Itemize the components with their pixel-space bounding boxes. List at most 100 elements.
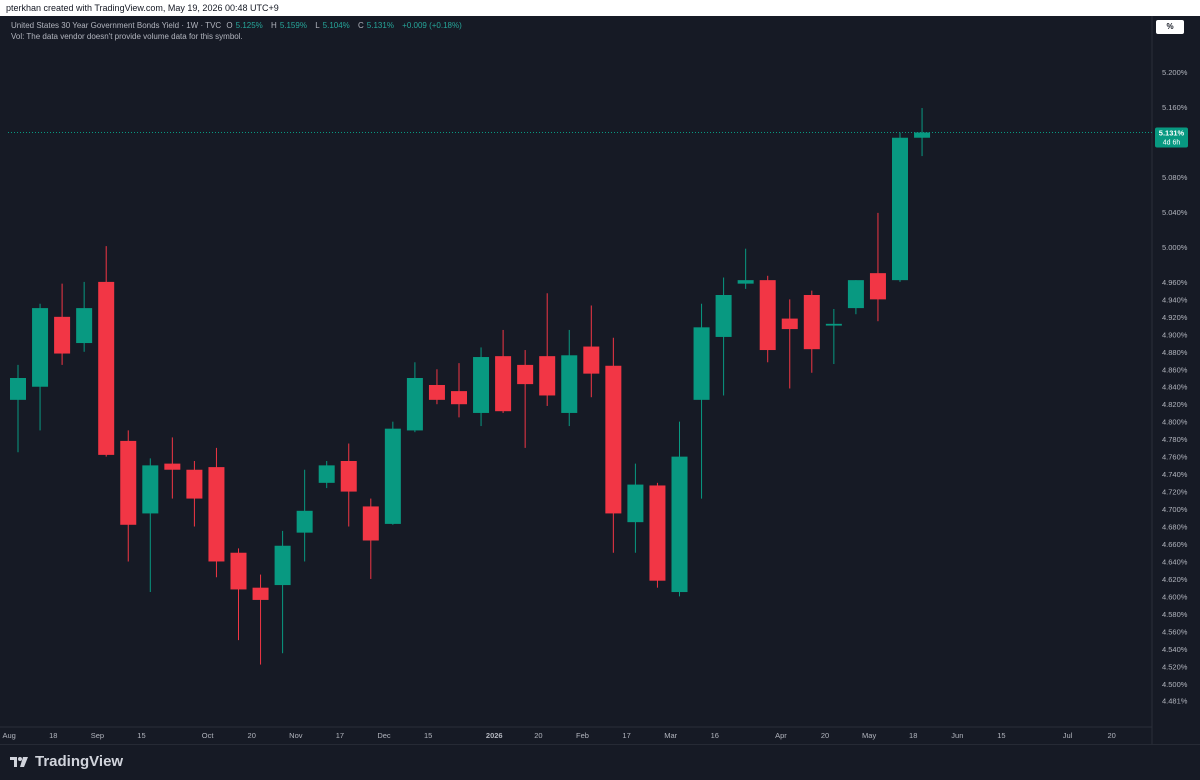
candlestick-chart[interactable]: 5.200%5.160%5.120%5.080%5.040%5.000%4.96… <box>0 0 1200 780</box>
candle[interactable] <box>451 363 467 418</box>
candle-body <box>428 384 445 400</box>
candle[interactable] <box>186 461 203 527</box>
y-tick-label: 4.660% <box>1162 540 1188 549</box>
candle-body <box>605 365 622 514</box>
x-tick-label: 20 <box>248 731 256 740</box>
candle[interactable] <box>627 463 644 553</box>
candle[interactable] <box>869 212 886 322</box>
candle[interactable] <box>164 437 181 499</box>
x-tick-label: 18 <box>49 731 57 740</box>
x-tick-label: Mar <box>664 731 677 740</box>
candle-body <box>847 280 864 309</box>
candle-body <box>120 440 137 525</box>
candle[interactable] <box>517 350 534 448</box>
y-tick-label: 4.960% <box>1162 278 1188 287</box>
y-tick-label: 4.481% <box>1162 696 1188 705</box>
y-tick-label: 4.800% <box>1162 418 1188 427</box>
candle-body <box>781 318 798 330</box>
y-tick-label: 4.580% <box>1162 610 1188 619</box>
candle-body <box>230 552 247 590</box>
candle-body <box>451 391 467 405</box>
candle[interactable] <box>120 430 137 562</box>
y-tick-label: 4.840% <box>1162 383 1188 392</box>
candle[interactable] <box>384 421 401 525</box>
percent-scale-button[interactable]: % <box>1156 20 1184 34</box>
candle[interactable] <box>98 246 115 457</box>
candle[interactable] <box>649 482 666 588</box>
candle[interactable] <box>362 498 379 579</box>
candle-body <box>208 467 225 562</box>
candle[interactable] <box>539 293 556 406</box>
candle[interactable] <box>340 443 357 527</box>
y-tick-label: 4.680% <box>1162 523 1188 532</box>
candle[interactable] <box>914 108 931 157</box>
y-tick-label: 4.500% <box>1162 680 1188 689</box>
tradingview-logo-icon <box>10 756 28 767</box>
close-value: 5.131% <box>366 21 394 30</box>
candle[interactable] <box>54 283 71 365</box>
candle[interactable] <box>605 337 622 553</box>
x-tick-label: 16 <box>711 731 719 740</box>
candle[interactable] <box>230 548 247 641</box>
candle[interactable] <box>781 299 798 389</box>
candle[interactable] <box>208 447 225 578</box>
candle[interactable] <box>825 308 842 365</box>
open-value: 5.125% <box>235 21 263 30</box>
candle-body <box>759 280 776 351</box>
y-tick-label: 4.540% <box>1162 645 1188 654</box>
x-tick-label: Oct <box>202 731 215 740</box>
candle[interactable] <box>892 132 908 282</box>
volume-note: Vol: The data vendor doesn't provide vol… <box>11 32 243 41</box>
candle[interactable] <box>10 364 26 453</box>
candle[interactable] <box>252 574 269 665</box>
tradingview-brand[interactable]: TradingView <box>8 753 123 770</box>
candle[interactable] <box>318 461 335 489</box>
candle[interactable] <box>473 347 490 427</box>
candle-body <box>98 281 115 455</box>
candle-body <box>737 280 754 284</box>
x-tick-label: Nov <box>289 731 303 740</box>
y-tick-label: 4.740% <box>1162 470 1188 479</box>
candle[interactable] <box>428 369 445 405</box>
y-tick-label: 4.940% <box>1162 295 1188 304</box>
candle-body <box>583 346 600 374</box>
candle[interactable] <box>737 248 754 289</box>
candle[interactable] <box>32 303 49 431</box>
candle[interactable] <box>561 329 578 427</box>
candle-body <box>892 137 908 281</box>
x-tick-label: Aug <box>3 731 16 740</box>
close-label: C <box>358 21 364 30</box>
candle-body <box>649 485 666 581</box>
candle[interactable] <box>759 275 776 363</box>
candle-body <box>142 465 159 514</box>
candle[interactable] <box>847 280 864 315</box>
footer: TradingView <box>0 744 1200 780</box>
y-tick-label: 4.620% <box>1162 575 1188 584</box>
candle[interactable] <box>715 277 732 396</box>
candle[interactable] <box>693 303 710 499</box>
candle-body <box>869 273 886 300</box>
x-tick-label: 15 <box>137 731 145 740</box>
x-tick-label: 17 <box>622 731 630 740</box>
candle-body <box>803 295 820 350</box>
candle[interactable] <box>803 290 820 373</box>
chart-legend: United States 30 Year Government Bonds Y… <box>11 20 465 42</box>
x-tick-label: 15 <box>997 731 1005 740</box>
candle-body <box>362 506 379 541</box>
candle[interactable] <box>274 530 291 654</box>
candle-body <box>318 465 335 483</box>
candle-body <box>914 132 931 138</box>
candle[interactable] <box>142 458 159 593</box>
symbol-label[interactable]: United States 30 Year Government Bonds Y… <box>11 21 221 30</box>
candle[interactable] <box>76 281 93 352</box>
y-tick-label: 4.640% <box>1162 557 1188 566</box>
x-tick-label: Feb <box>576 731 589 740</box>
y-tick-label: 4.780% <box>1162 435 1188 444</box>
candle[interactable] <box>671 421 688 597</box>
candle[interactable] <box>296 469 313 562</box>
candle[interactable] <box>495 329 512 413</box>
x-tick-label: 20 <box>534 731 542 740</box>
candle[interactable] <box>583 305 600 398</box>
candle-body <box>627 484 644 523</box>
candle[interactable] <box>406 362 423 433</box>
